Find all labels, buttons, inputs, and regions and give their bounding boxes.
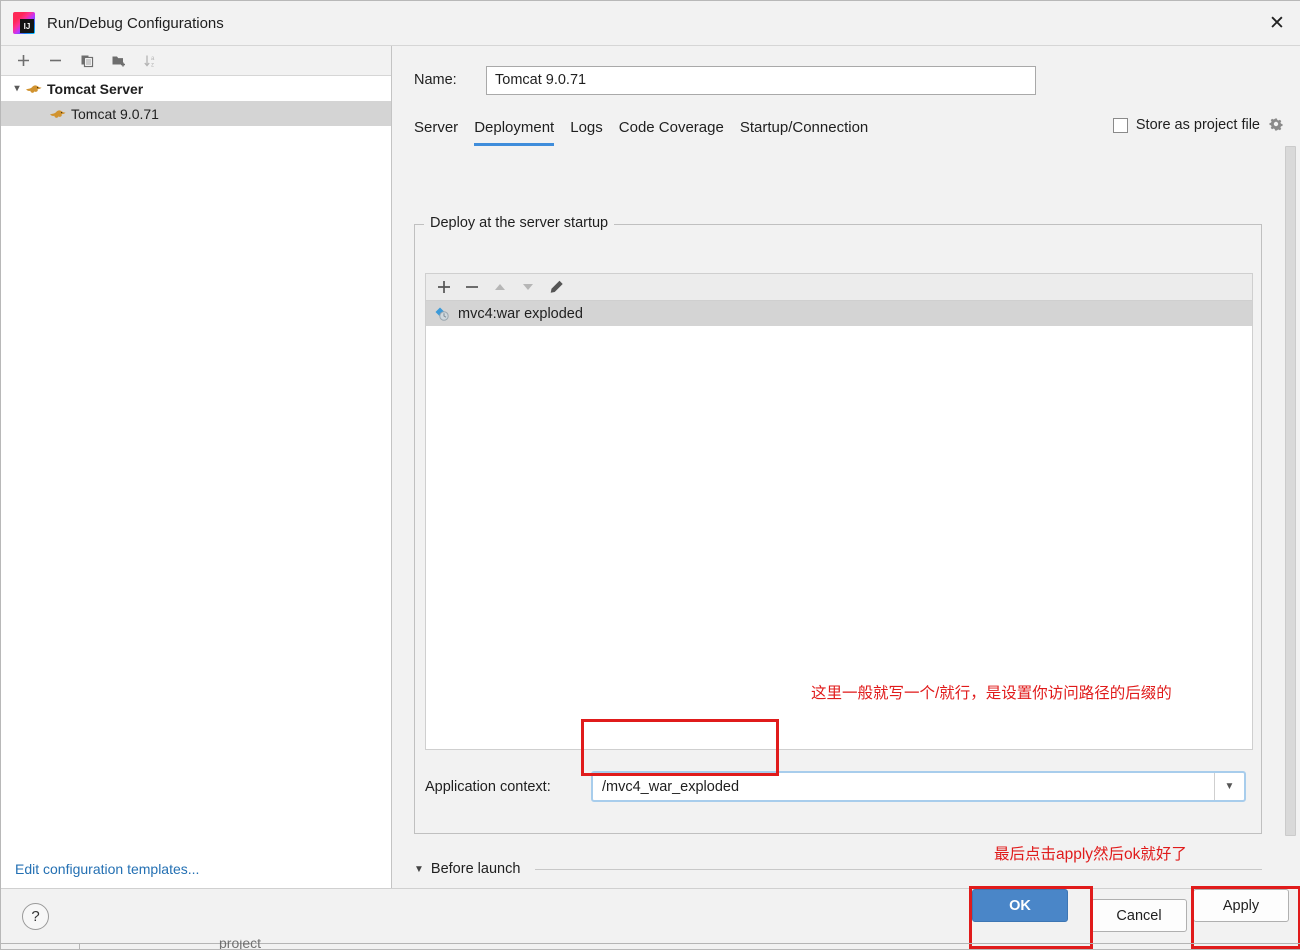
chevron-down-icon[interactable]: ▼: [414, 864, 424, 875]
gear-icon[interactable]: [1268, 117, 1284, 133]
svg-text:a: a: [151, 56, 155, 62]
add-icon[interactable]: [436, 279, 452, 295]
deployment-toolbar: [425, 273, 1253, 300]
new-folder-icon[interactable]: [105, 48, 133, 74]
copy-icon[interactable]: [73, 48, 101, 74]
tree-item-label: Tomcat 9.0.71: [71, 105, 159, 122]
chevron-down-icon[interactable]: ▾: [9, 83, 25, 94]
tab-code-coverage[interactable]: Code Coverage: [619, 119, 724, 146]
help-button[interactable]: ?: [22, 903, 49, 930]
deploy-group-title: Deploy at the server startup: [424, 215, 615, 231]
remove-icon[interactable]: [41, 48, 69, 74]
configuration-editor: Name: Store as project file Server Deplo…: [393, 46, 1300, 937]
chevron-down-icon[interactable]: ▼: [1214, 773, 1244, 800]
background-window-artifact: project: [1, 939, 1300, 949]
run-debug-configurations-dialog: Run/Debug Configurations ✕: [0, 0, 1300, 950]
edit-pencil-icon[interactable]: [548, 279, 565, 296]
dialog-titlebar: Run/Debug Configurations ✕: [1, 1, 1300, 46]
tab-server[interactable]: Server: [414, 119, 458, 146]
store-as-project-file-label: Store as project file: [1135, 117, 1260, 133]
configurations-sidebar: a z ▾ Tomcat Server Tomcat 9.0.71 Edit c…: [1, 46, 392, 889]
application-context-combobox[interactable]: ▼: [591, 771, 1246, 802]
store-as-project-file-checkbox[interactable]: [1112, 117, 1128, 133]
vertical-scrollbar[interactable]: [1285, 146, 1296, 836]
tomcat-icon: [49, 106, 66, 121]
artifact-frame: [79, 943, 1300, 949]
intellij-idea-logo-icon: [13, 12, 35, 34]
move-up-icon[interactable]: [492, 279, 508, 295]
tab-deployment[interactable]: Deployment: [474, 119, 555, 146]
store-as-project-file-group: Store as project file: [1112, 117, 1284, 133]
section-divider: [535, 868, 1262, 870]
list-item-label: mvc4:war exploded: [458, 305, 583, 322]
ok-button-wrapper: OK: [972, 889, 1068, 922]
name-input[interactable]: [486, 65, 1036, 95]
name-row: Name:: [393, 46, 1300, 96]
application-context-input[interactable]: [593, 773, 1214, 800]
list-item[interactable]: mvc4:war exploded: [426, 301, 1252, 326]
before-launch-title: Before launch: [430, 861, 521, 877]
sidebar-toolbar: a z: [1, 46, 391, 76]
configurations-tree: ▾ Tomcat Server Tomcat 9.0.71: [1, 76, 391, 126]
sort-alphabetically-icon[interactable]: a z: [137, 48, 165, 74]
annotation-application-context: 这里一般就写一个/就行，是设置你访问路径的后缀的: [811, 685, 1172, 702]
apply-button-wrapper: Apply: [1193, 889, 1289, 922]
artifact-icon: [434, 306, 450, 322]
apply-button[interactable]: Apply: [1193, 889, 1289, 922]
annotation-apply-ok: 最后点击apply然后ok就好了: [994, 846, 1187, 863]
cancel-button[interactable]: Cancel: [1091, 899, 1187, 932]
name-label: Name:: [414, 72, 457, 88]
application-context-label: Application context:: [425, 778, 551, 795]
remove-icon[interactable]: [464, 279, 480, 295]
tab-startup-connection[interactable]: Startup/Connection: [740, 119, 868, 146]
ok-button[interactable]: OK: [972, 889, 1068, 922]
tree-group-tomcat-server[interactable]: ▾ Tomcat Server: [1, 76, 391, 101]
artifact-label: project: [219, 939, 262, 949]
application-context-row: Application context: ▼: [425, 771, 1253, 802]
close-icon[interactable]: ✕: [1253, 1, 1300, 45]
add-icon[interactable]: [9, 48, 37, 74]
move-down-icon[interactable]: [520, 279, 536, 295]
deploy-at-server-startup-group: Deploy at the server startup mvc4:war ex…: [414, 215, 1262, 834]
svg-text:z: z: [151, 62, 154, 68]
dialog-title: Run/Debug Configurations: [47, 14, 224, 32]
tab-logs[interactable]: Logs: [570, 119, 603, 146]
tree-group-label: Tomcat Server: [47, 80, 144, 97]
tree-item-tomcat-9-0-71[interactable]: Tomcat 9.0.71: [1, 101, 391, 126]
tomcat-icon: [25, 81, 42, 96]
edit-configuration-templates-link[interactable]: Edit configuration templates...: [15, 861, 199, 877]
